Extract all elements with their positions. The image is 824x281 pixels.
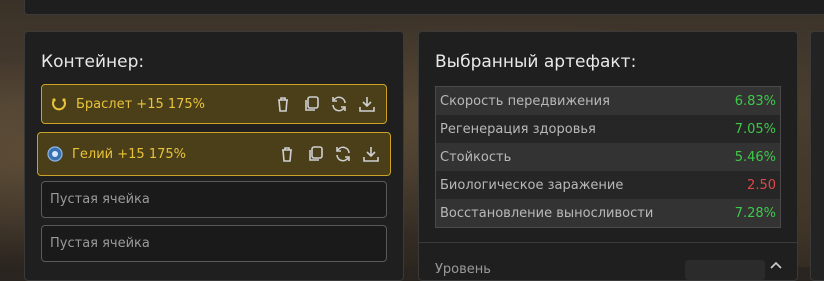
cell-actions [278,133,380,175]
stat-row: Скорость передвижения 6.83% [436,87,780,115]
artifact-title: Выбранный артефакт: [435,52,637,72]
divider [419,242,797,243]
level-select[interactable] [685,260,765,280]
selected-artifact-panel: Выбранный артефакт: Скорость передвижени… [418,31,798,281]
stat-name: Биологическое заражение [440,177,624,193]
cell-label: Браслет +15 175% [76,96,206,112]
stat-row: Биологическое заражение 2.50 [436,171,780,199]
stat-value: 6.83% [734,93,776,109]
artifact-helium-icon [47,146,63,162]
stat-row: Стойкость 5.46% [436,143,780,171]
stat-name: Скорость передвижения [440,93,610,109]
download-icon[interactable] [358,95,376,113]
stat-name: Стойкость [440,149,512,165]
cell-label: Пустая ячейка [50,192,150,207]
stat-name: Регенерация здоровья [440,121,596,137]
container-cell-empty[interactable]: Пустая ячейка [41,181,387,218]
top-panel [24,0,824,15]
cell-label: Пустая ячейка [50,236,150,251]
container-title: Контейнер: [41,52,145,72]
stat-value: 7.28% [734,205,776,221]
container-panel: Контейнер: Браслет +15 175% Гелий +15 17… [24,31,404,281]
refresh-icon[interactable] [330,95,348,113]
download-icon[interactable] [362,145,380,163]
trash-icon[interactable] [278,145,296,163]
level-label: Уровень [435,262,491,277]
stat-value: 7.05% [734,121,776,137]
copy-icon[interactable] [302,95,320,113]
chevron-up-icon[interactable] [770,260,782,270]
container-cell-bracelet[interactable]: Браслет +15 175% [41,84,387,124]
stat-name: Восстановление выносливости [440,205,654,221]
stat-row: Восстановление выносливости 7.28% [436,199,780,227]
refresh-icon[interactable] [334,145,352,163]
container-cell-helium[interactable]: Гелий +15 175% [37,132,391,176]
cell-actions [274,85,376,123]
trash-icon[interactable] [274,95,292,113]
stat-value: 5.46% [734,149,776,165]
stat-row: Регенерация здоровья 7.05% [436,115,780,143]
bracelet-icon [52,98,66,111]
cell-label: Гелий +15 175% [72,146,186,162]
copy-icon[interactable] [306,145,324,163]
side-panel [810,31,824,281]
stat-value: 2.50 [747,177,776,193]
stats-table: Скорость передвижения 6.83% Регенерация … [435,86,781,228]
container-cell-empty[interactable]: Пустая ячейка [41,225,387,262]
